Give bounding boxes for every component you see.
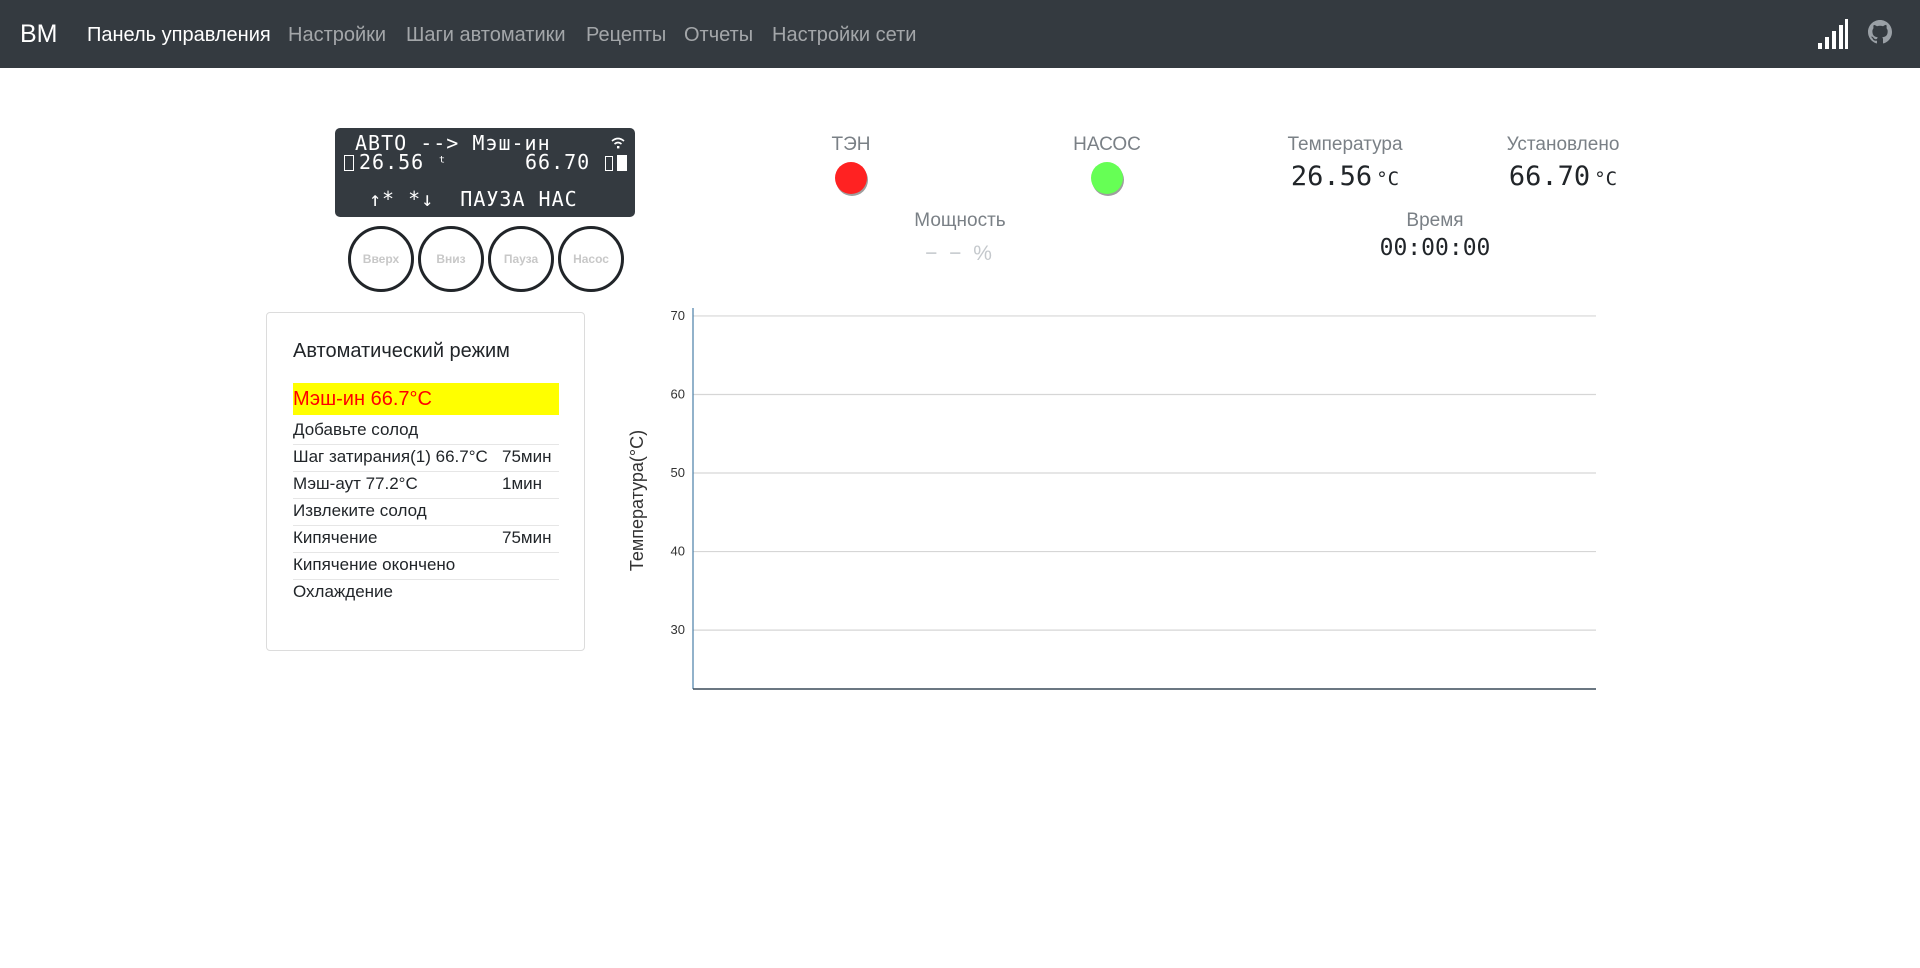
- down-button[interactable]: Вниз: [418, 226, 484, 292]
- current-step: Мэш-ин 66.7°C: [293, 383, 559, 415]
- heater-label: ТЭН: [831, 134, 871, 155]
- setpoint-number: 66.70: [1508, 161, 1591, 192]
- lcd-heater-icon: [605, 156, 613, 171]
- temperature-label: Температура: [1287, 134, 1403, 155]
- step-item: Кипячение 75мин: [293, 525, 559, 553]
- lcd-pump-icon: [617, 155, 627, 171]
- step-name: Шаг затирания(1) 66.7°C: [293, 447, 488, 466]
- pump-label: НАСОС: [1073, 134, 1141, 155]
- step-item: Охлаждение: [293, 579, 559, 606]
- pump-indicator: [1091, 162, 1123, 194]
- lcd-set-temp: 66.70: [525, 150, 591, 174]
- step-name: Извлеките солод: [293, 501, 427, 520]
- nav-automation-steps[interactable]: Шаги автоматики: [406, 22, 566, 48]
- step-name: Мэш-аут 77.2°C: [293, 474, 418, 493]
- temperature-value: 26.56 °C: [1291, 161, 1399, 192]
- brand-logo[interactable]: BM: [20, 18, 58, 50]
- up-button[interactable]: Вверх: [348, 226, 414, 292]
- step-item: Кипячение окончено: [293, 552, 559, 580]
- setpoint-unit: °C: [1594, 168, 1618, 190]
- lcd-display: АВТО --> Мэш-ин 26.56 ᵗ 66.70 ↑* *↓ ПАУЗ…: [335, 128, 635, 217]
- automation-steps-card: Автоматический режим Мэш-ин 66.7°C Добав…: [266, 312, 585, 651]
- y-tick-label: 30: [671, 622, 685, 637]
- step-item: Шаг затирания(1) 66.7°C 75мин: [293, 444, 559, 472]
- step-name: Кипячение окончено: [293, 555, 456, 574]
- top-navbar: BM Панель управления Настройки Шаги авто…: [0, 0, 1920, 68]
- temperature-number: 26.56: [1290, 161, 1373, 192]
- step-time: 1мин: [502, 474, 543, 493]
- time-value: 00:00:00: [1379, 235, 1491, 261]
- setpoint-label: Установлено: [1506, 134, 1620, 155]
- nav-settings[interactable]: Настройки: [288, 22, 386, 48]
- nav-network-settings[interactable]: Настройки сети: [772, 22, 916, 48]
- temperature-chart: 30 40 50 60 70 Температура(°C): [627, 308, 1596, 690]
- step-name: Добавьте солод: [293, 420, 419, 439]
- y-tick-label: 40: [671, 544, 685, 559]
- nav-recipes[interactable]: Рецепты: [586, 22, 666, 48]
- step-item: Добавьте солод: [293, 417, 559, 445]
- step-name: Кипячение: [293, 528, 378, 547]
- github-icon[interactable]: [1868, 20, 1892, 44]
- heater-indicator: [835, 162, 867, 194]
- pump-button[interactable]: Насос: [558, 226, 624, 292]
- nav-dashboard[interactable]: Панель управления: [87, 22, 271, 48]
- wifi-icon: [611, 137, 625, 149]
- y-axis-label: Температура(°C): [627, 430, 647, 571]
- y-tick-label: 60: [671, 386, 685, 401]
- lcd-current-temp: 26.56: [359, 150, 425, 174]
- temperature-unit: °C: [1376, 168, 1400, 190]
- step-item: Извлеките солод: [293, 498, 559, 526]
- y-tick-label: 50: [671, 465, 685, 480]
- step-item: Мэш-аут 77.2°C 1мин: [293, 471, 559, 499]
- setpoint-value: 66.70 °C: [1509, 161, 1617, 192]
- step-time: 75мин: [502, 447, 552, 466]
- pause-button[interactable]: Пауза: [488, 226, 554, 292]
- time-label: Время: [1406, 210, 1464, 231]
- step-name: Охлаждение: [293, 582, 393, 601]
- lcd-line-3: ↑* *↓ ПАУЗА НАС: [369, 187, 578, 211]
- lcd-mode-icon: [344, 155, 354, 171]
- power-label: Мощность: [914, 210, 1006, 231]
- step-time: 75мин: [502, 528, 552, 547]
- lcd-temp-unit-icon: ᵗ: [437, 153, 448, 172]
- power-value: − − %: [925, 242, 995, 265]
- y-tick-label: 70: [671, 308, 685, 323]
- nav-reports[interactable]: Отчеты: [684, 22, 753, 48]
- signal-strength-icon[interactable]: [1818, 19, 1848, 49]
- card-title: Автоматический режим: [293, 340, 510, 362]
